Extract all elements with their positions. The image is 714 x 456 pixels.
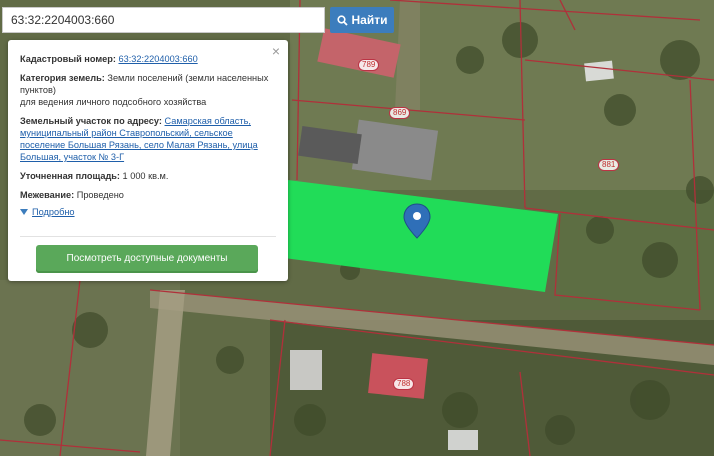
plot-label-789: 789 [358, 59, 380, 71]
survey-row: Межевание: Проведено [20, 189, 278, 201]
cadastral-label: Кадастровый номер: [20, 54, 116, 64]
cadastral-link[interactable]: 63:32:2204003:660 [118, 54, 197, 64]
parcel-info-panel: × Кадастровый номер: 63:32:2204003:660 К… [8, 40, 288, 281]
address-row: Земельный участок по адресу: Самарская о… [20, 115, 278, 163]
plot-label-881: 881 [598, 159, 620, 171]
details-toggle[interactable]: Подробно [20, 206, 278, 218]
area-label: Уточненная площадь: [20, 171, 120, 181]
survey-value: Проведено [76, 190, 124, 200]
close-icon[interactable]: × [272, 44, 280, 58]
chevron-down-icon [20, 209, 28, 215]
search-icon [336, 14, 348, 26]
category-label: Категория земель: [20, 73, 105, 83]
view-documents-button[interactable]: Посмотреть доступные документы [36, 245, 258, 273]
search-input[interactable]: 63:32:2204003:660 [2, 7, 325, 33]
plot-label-788: 788 [393, 378, 415, 390]
cadastral-row: Кадастровый номер: 63:32:2204003:660 [20, 53, 278, 65]
address-label: Земельный участок по адресу: [20, 116, 162, 126]
category-row: Категория земель: Земли поселений (земли… [20, 72, 278, 108]
area-row: Уточненная площадь: 1 000 кв.м. [20, 170, 278, 182]
plot-label-869: 869 [389, 107, 411, 119]
divider [20, 236, 276, 237]
area-value: 1 000 кв.м. [122, 171, 169, 181]
search-button-label: Найти [351, 13, 388, 27]
search-button[interactable]: Найти [330, 7, 394, 33]
category-use: для ведения личного подсобного хозяйства [20, 97, 207, 107]
survey-label: Межевание: [20, 190, 75, 200]
details-link[interactable]: Подробно [32, 206, 75, 218]
